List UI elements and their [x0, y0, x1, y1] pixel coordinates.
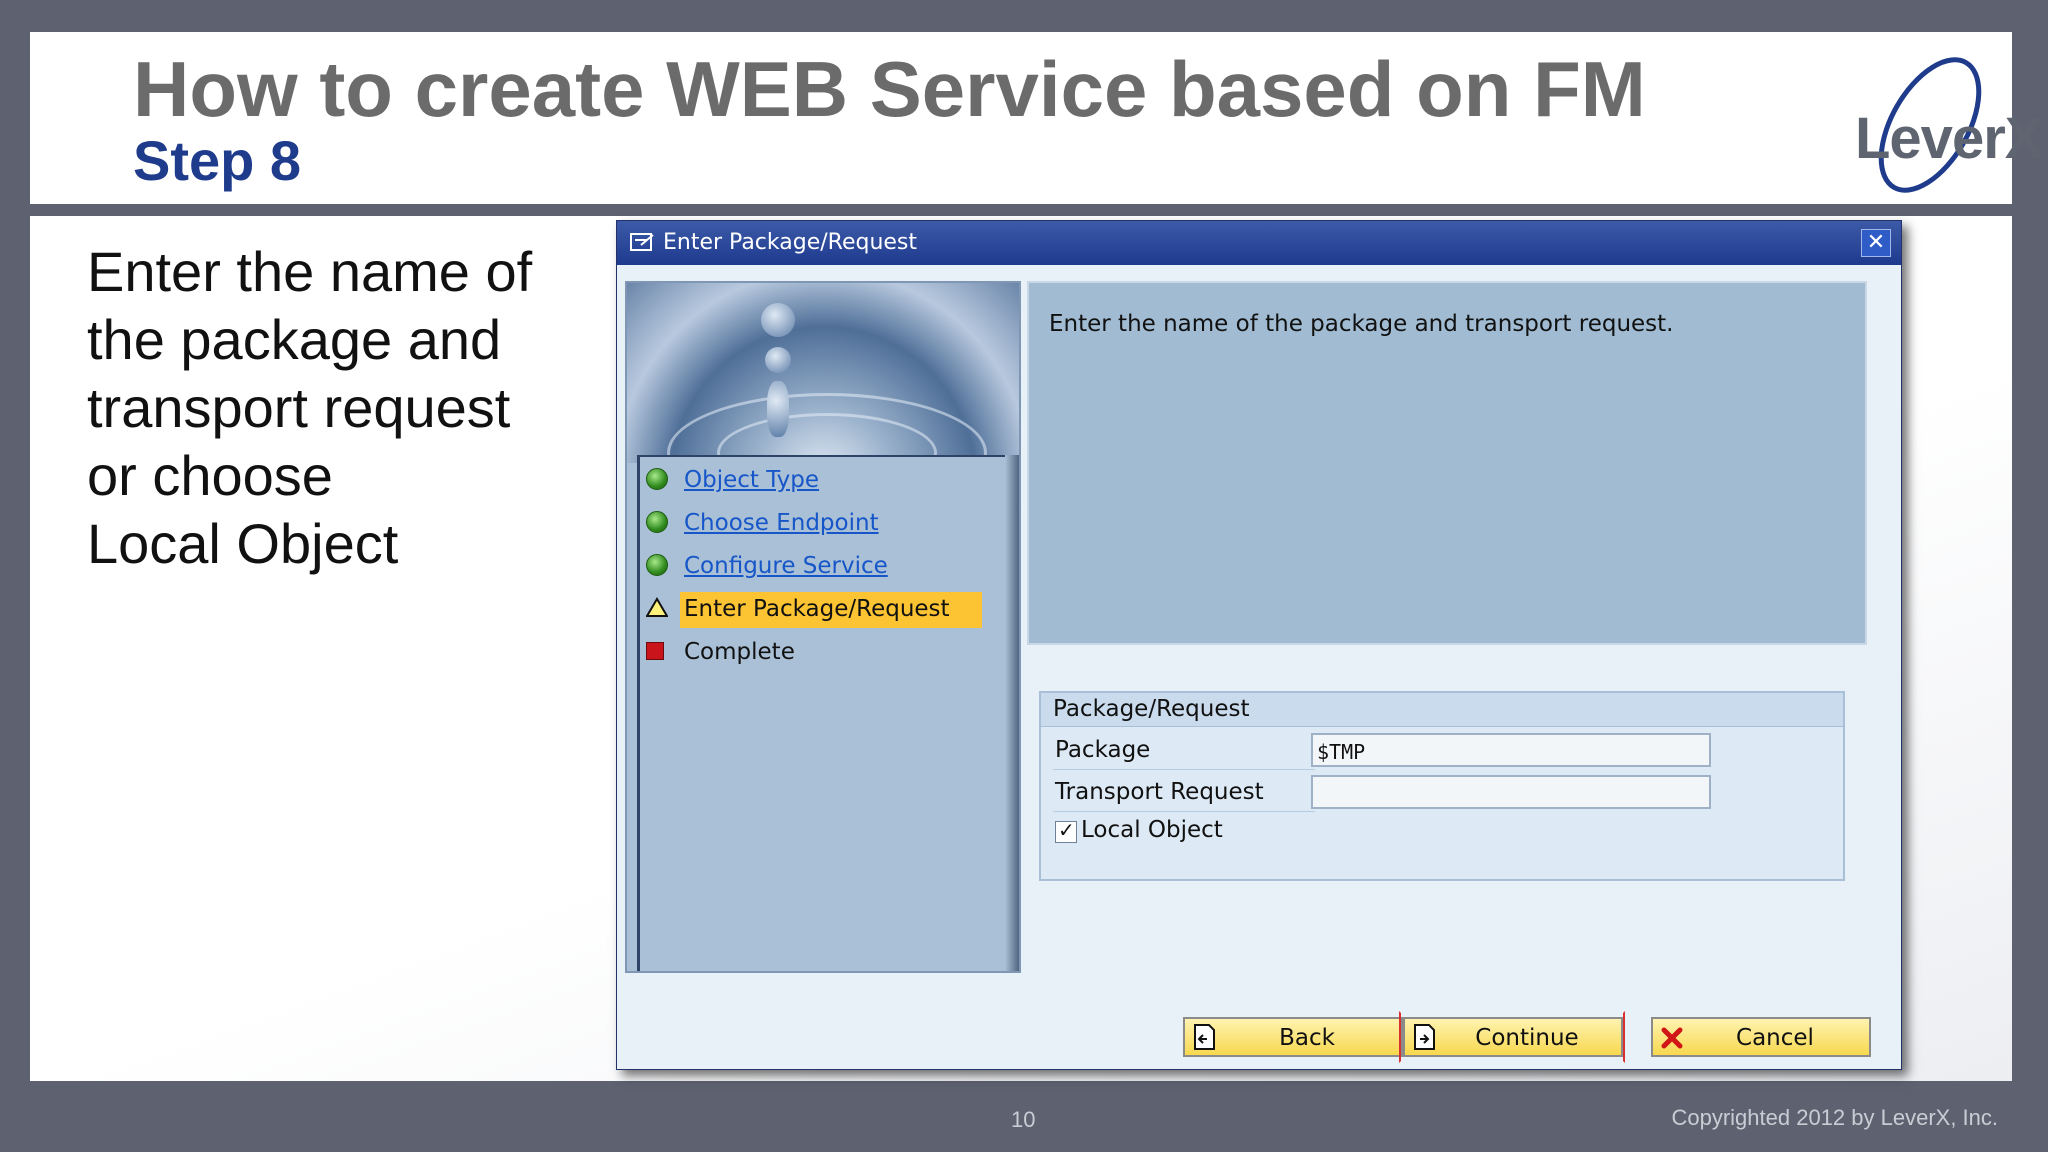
back-button[interactable]: Back [1183, 1017, 1403, 1057]
dialog-titlebar[interactable]: Enter Package/Request ✕ [617, 221, 1901, 265]
field-divider [1053, 769, 1315, 770]
enter-package-dialog: Enter Package/Request ✕ Object Type Choo… [616, 220, 1902, 1070]
green-dot-icon [646, 554, 668, 576]
step-choose-endpoint[interactable]: Choose Endpoint [646, 506, 986, 542]
step-object-type[interactable]: Object Type [646, 463, 986, 499]
slide-header: How to create WEB Service based on FM St… [30, 32, 2043, 204]
copyright-text: Copyrighted 2012 by LeverX, Inc. [1671, 1105, 1998, 1130]
step-label: Enter Package/Request [684, 596, 950, 622]
dialog-window-icon [630, 233, 654, 251]
water-drop [767, 381, 789, 437]
step-complete: Complete [646, 635, 986, 671]
cancel-button[interactable]: Cancel [1651, 1017, 1871, 1057]
step-label: Complete [684, 639, 795, 665]
logo-text: LeverX [1855, 106, 2043, 171]
checkmark-icon: ✓ [1058, 818, 1075, 842]
green-dot-icon [646, 468, 668, 490]
step-label[interactable]: Configure Service [684, 553, 888, 579]
continue-button-label: Continue [1475, 1025, 1579, 1051]
close-icon[interactable]: ✕ [1861, 229, 1891, 257]
water-drop [761, 303, 795, 337]
field-divider [1053, 811, 1315, 812]
cancel-button-label: Cancel [1736, 1025, 1814, 1051]
group-title: Package/Request [1041, 693, 1843, 727]
step-label[interactable]: Choose Endpoint [684, 510, 879, 536]
local-object-checkbox[interactable]: ✓ [1055, 818, 1077, 843]
steps-list: Object Type Choose Endpoint Configure Se… [637, 455, 1009, 971]
transport-request-label: Transport Request [1055, 779, 1264, 805]
pane-divider [1005, 455, 1019, 971]
package-label: Package [1055, 737, 1151, 763]
step-enter-package-request: Enter Package/Request [646, 592, 986, 628]
info-pane: Enter the name of the package and transp… [1027, 281, 1867, 645]
slide-title: How to create WEB Service based on FM [133, 45, 1646, 133]
dialog-title: Enter Package/Request [663, 230, 918, 255]
green-dot-icon [646, 511, 668, 533]
package-request-group: Package/Request Package $TMP Transport R… [1039, 691, 1845, 881]
package-input[interactable]: $TMP [1311, 733, 1711, 767]
continue-button[interactable]: Continue [1403, 1017, 1623, 1057]
step-label[interactable]: Object Type [684, 467, 819, 493]
info-text: Enter the name of the package and transp… [1049, 311, 1674, 337]
transport-request-input[interactable] [1311, 775, 1711, 809]
instruction-text: Enter the name of the package and transp… [87, 240, 533, 575]
warning-triangle-icon [646, 597, 668, 617]
leverx-logo: LeverX [1820, 50, 2043, 200]
back-button-label: Back [1279, 1025, 1335, 1051]
slide-step-label: Step 8 [133, 129, 302, 192]
water-drop [765, 347, 791, 373]
red-square-icon [646, 642, 664, 660]
local-object-label[interactable]: Local Object [1081, 817, 1223, 843]
wizard-steps-pane: Object Type Choose Endpoint Configure Se… [625, 281, 1021, 973]
water-drop-image [627, 283, 1019, 513]
page-number: 10 [1011, 1107, 1036, 1132]
step-configure-service[interactable]: Configure Service [646, 549, 986, 585]
